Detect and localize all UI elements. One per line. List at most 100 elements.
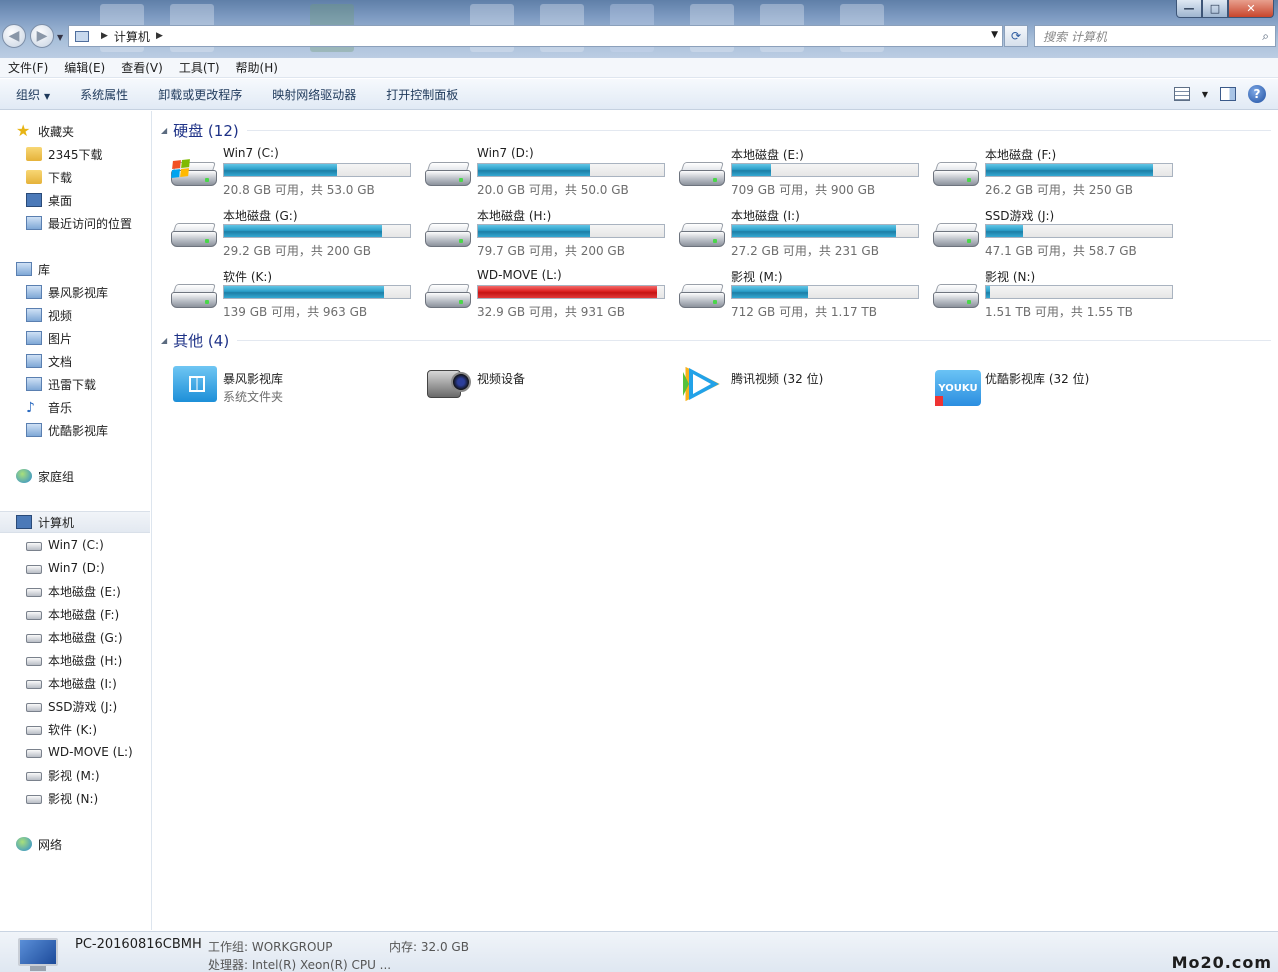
menu-edit[interactable]: 编辑(E) — [64, 59, 105, 76]
site-watermark: Mo20.com — [1171, 953, 1272, 972]
drive-usage-fill — [732, 164, 772, 176]
drive-tile[interactable]: 本地磁盘 (G:) 29.2 GB 可用，共 200 GB — [161, 205, 411, 263]
drive-usage-bar — [477, 224, 665, 238]
drive-tile[interactable]: 影视 (M:) 712 GB 可用，共 1.17 TB — [669, 266, 919, 324]
drive-space-info: 1.51 TB 可用，共 1.55 TB — [985, 305, 1133, 319]
drive-tile[interactable]: Win7 (C:) 20.8 GB 可用，共 53.0 GB — [161, 144, 411, 202]
menu-view[interactable]: 查看(V) — [121, 59, 163, 76]
hard-drive-icon — [26, 680, 42, 689]
drive-tile[interactable]: SSD游戏 (J:) 47.1 GB 可用，共 58.7 GB — [923, 205, 1173, 263]
baofeng-library-icon — [26, 285, 42, 299]
youku-library-icon: YOUKU — [933, 362, 981, 406]
organize-button[interactable]: 组织 ▼ — [16, 86, 50, 103]
preview-pane-icon[interactable] — [1220, 87, 1236, 101]
minimize-button[interactable]: — — [1176, 0, 1202, 18]
hard-drive-icon — [26, 703, 42, 712]
hard-drive-icon — [933, 162, 979, 188]
drive-tile[interactable]: 本地磁盘 (H:) 79.7 GB 可用，共 200 GB — [415, 205, 665, 263]
drive-tile[interactable]: WD-MOVE (L:) 32.9 GB 可用，共 931 GB — [415, 266, 665, 324]
drive-usage-bar — [731, 224, 919, 238]
back-button[interactable]: ◀ — [2, 24, 26, 48]
hard-drive-icon — [26, 795, 42, 804]
other-item-tencent-video[interactable]: 腾讯视频 (32 位) — [669, 360, 919, 410]
hard-drive-icon — [171, 284, 217, 310]
view-options-dropdown-icon[interactable]: ▼ — [1202, 90, 1208, 99]
sidebar-network[interactable]: 网络 — [16, 833, 166, 855]
drive-usage-fill — [224, 225, 383, 237]
system-properties-button[interactable]: 系统属性 — [80, 86, 128, 103]
command-bar: 组织 ▼ 系统属性 卸载或更改程序 映射网络驱动器 打开控制面板 ▼ ? — [0, 79, 1278, 110]
drive-name: Win7 (D:) — [477, 146, 534, 160]
drive-name: 软件 (K:) — [223, 270, 273, 284]
hard-drive-icon — [26, 611, 42, 620]
menu-tools[interactable]: 工具(T) — [179, 59, 220, 76]
drive-tile[interactable]: Win7 (D:) 20.0 GB 可用，共 50.0 GB — [415, 144, 665, 202]
sidebar-computer[interactable]: 计算机 — [0, 511, 150, 533]
drive-name: 本地磁盘 (F:) — [985, 148, 1057, 162]
memory-info: 内存: 32.0 GB — [389, 940, 469, 954]
drive-usage-bar — [223, 224, 411, 238]
menu-help[interactable]: 帮助(H) — [236, 59, 278, 76]
computer-icon — [75, 30, 89, 42]
drive-tile[interactable]: 本地磁盘 (F:) 26.2 GB 可用，共 250 GB — [923, 144, 1173, 202]
map-network-drive-button[interactable]: 映射网络驱动器 — [272, 86, 356, 103]
drive-usage-bar — [985, 163, 1173, 177]
picture-library-icon — [26, 331, 42, 345]
help-icon[interactable]: ? — [1248, 85, 1266, 103]
address-dropdown-icon[interactable]: ▼ — [991, 30, 998, 40]
forward-button[interactable]: ▶ — [30, 24, 54, 48]
hard-drive-icon — [26, 657, 42, 666]
drive-tile[interactable]: 本地磁盘 (E:) 709 GB 可用，共 900 GB — [669, 144, 919, 202]
drive-tile[interactable]: 软件 (K:) 139 GB 可用，共 963 GB — [161, 266, 411, 324]
breadcrumb-separator-icon[interactable]: ▶ — [156, 31, 163, 41]
workgroup-info: 工作组: WORKGROUP — [208, 940, 333, 954]
drive-space-info: 47.1 GB 可用，共 58.7 GB — [985, 244, 1137, 258]
drive-tile[interactable]: 影视 (N:) 1.51 TB 可用，共 1.55 TB — [923, 266, 1173, 324]
homegroup-icon — [16, 469, 32, 483]
open-control-panel-button[interactable]: 打开控制面板 — [386, 86, 458, 103]
maximize-button[interactable]: □ — [1202, 0, 1228, 18]
recent-pages-dropdown[interactable]: ▼ — [57, 33, 63, 42]
baofeng-library-icon — [171, 362, 217, 402]
menu-bar: 文件(F) 编辑(E) 查看(V) 工具(T) 帮助(H) — [0, 58, 1278, 78]
drive-usage-fill — [732, 225, 896, 237]
drive-usage-fill — [478, 286, 657, 298]
menu-file[interactable]: 文件(F) — [8, 59, 48, 76]
sidebar-homegroup[interactable]: 家庭组 — [16, 465, 166, 487]
other-item-video-device[interactable]: 视频设备 — [415, 360, 665, 410]
drive-name: SSD游戏 (J:) — [985, 209, 1055, 223]
refresh-button[interactable]: ⟳ — [1004, 25, 1028, 47]
group-title: 硬盘 (12) — [173, 122, 239, 140]
other-item-baofeng-library[interactable]: 暴风影视库 系统文件夹 — [161, 360, 411, 410]
uninstall-programs-button[interactable]: 卸载或更改程序 — [158, 86, 242, 103]
hard-drive-icon — [933, 223, 979, 249]
breadcrumb-computer[interactable]: 计算机 — [114, 28, 150, 45]
back-arrow-icon: ◀ — [8, 28, 20, 44]
search-icon[interactable]: ⌕ — [1262, 29, 1269, 44]
other-item-youku-library[interactable]: YOUKU 优酷影视库 (32 位) — [923, 360, 1173, 410]
collapse-triangle-icon[interactable]: ◢ — [161, 336, 167, 345]
group-divider — [237, 340, 1271, 341]
close-button[interactable]: ✕ — [1228, 0, 1274, 18]
hard-drive-icon — [26, 565, 42, 574]
drive-usage-fill — [732, 286, 809, 298]
breadcrumb-separator-icon[interactable]: ▶ — [101, 31, 108, 41]
drive-name: WD-MOVE (L:) — [477, 268, 562, 282]
search-input[interactable]: 搜索 计算机 ⌕ — [1034, 25, 1276, 47]
group-header-other[interactable]: ◢ 其他 (4) — [161, 330, 1271, 351]
hard-drive-icon — [425, 162, 471, 188]
group-header-hard-drives[interactable]: ◢ 硬盘 (12) — [161, 120, 1271, 141]
hard-drive-icon — [171, 223, 217, 249]
youku-library-icon — [26, 423, 42, 437]
drive-name: 本地磁盘 (E:) — [731, 148, 804, 162]
search-placeholder: 搜索 计算机 — [1043, 29, 1107, 44]
change-view-icon[interactable] — [1173, 87, 1190, 101]
tencent-video-icon — [679, 362, 725, 403]
drive-tile[interactable]: 本地磁盘 (I:) 27.2 GB 可用，共 231 GB — [669, 205, 919, 263]
group-title: 其他 (4) — [173, 332, 230, 350]
address-bar[interactable]: ▶ 计算机 ▶ ▼ — [68, 25, 1003, 47]
collapse-triangle-icon[interactable]: ◢ — [161, 126, 167, 135]
sidebar-favorites[interactable]: ★ 收藏夹 — [16, 120, 166, 142]
sidebar-libraries[interactable]: 库 — [16, 258, 166, 280]
drive-name: 本地磁盘 (G:) — [223, 209, 298, 223]
